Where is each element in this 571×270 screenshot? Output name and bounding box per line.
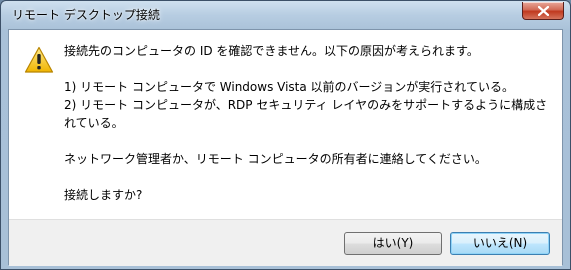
message-reason-2: 2) リモート コンピュータが、RDP セキュリティ レイヤのみをサポートするよ… — [64, 98, 548, 112]
button-bar: はい(Y) いいえ(N) — [9, 219, 562, 266]
dialog-window: リモート デスクトップ接続 接続先のコンピュータの ID を確認できません。以下… — [0, 0, 571, 270]
no-button[interactable]: いいえ(N) — [450, 232, 550, 255]
message-area: 接続先のコンピュータの ID を確認できません。以下の原因が考えられます。 1)… — [9, 30, 562, 219]
dialog-client-area: 接続先のコンピュータの ID を確認できません。以下の原因が考えられます。 1)… — [8, 29, 563, 266]
yes-button[interactable]: はい(Y) — [344, 232, 442, 255]
close-icon — [538, 6, 549, 16]
message-reason-2-cont: れている。 — [64, 116, 124, 130]
message-reason-1: 1) リモート コンピュータで Windows Vista 以前のバージョンが実… — [64, 80, 514, 94]
message-intro: 接続先のコンピュータの ID を確認できません。以下の原因が考えられます。 — [64, 44, 479, 58]
warning-icon — [24, 46, 54, 73]
message-contact: ネットワーク管理者か、リモート コンピュータの所有者に連絡してください。 — [64, 152, 487, 166]
title-bar[interactable]: リモート デスクトップ接続 — [1, 1, 570, 29]
message-question: 接続しますか? — [64, 188, 143, 202]
window-title: リモート デスクトップ接続 — [12, 8, 160, 22]
close-button[interactable] — [522, 2, 564, 20]
